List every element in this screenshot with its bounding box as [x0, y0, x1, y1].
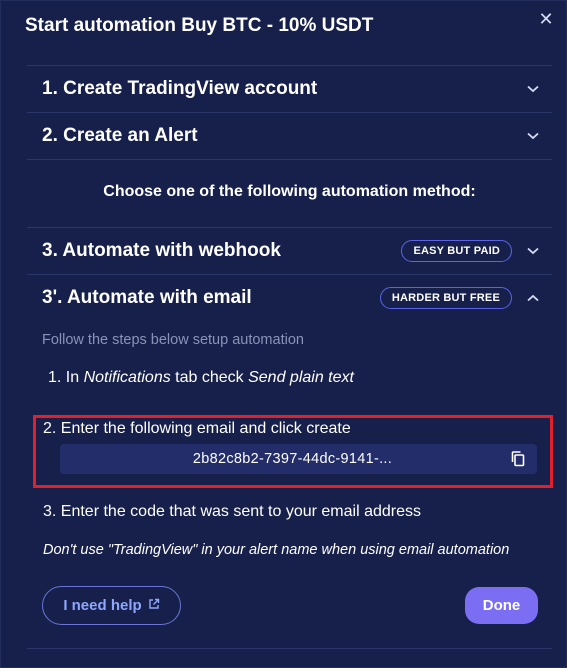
modal-title: Start automation Buy BTC - 10% USDT: [25, 15, 374, 36]
section-create-alert[interactable]: 2. Create an Alert: [27, 113, 552, 159]
section-title: 2. Create an Alert: [42, 125, 198, 146]
step-1-prefix: 1. In: [48, 369, 84, 386]
chevron-up-icon: [522, 287, 544, 309]
chevron-down-icon: [522, 240, 544, 262]
section-create-tradingview[interactable]: 1. Create TradingView account: [27, 66, 552, 112]
external-link-icon: [148, 597, 160, 614]
step-1-middle: tab check: [170, 369, 249, 386]
email-address-field[interactable]: 2b82c8b2-7397-44dc-9141-...: [60, 444, 537, 474]
notifications-tab-name: Notifications: [83, 369, 171, 386]
easy-but-paid-badge: EASY BUT PAID: [401, 240, 512, 262]
chevron-down-icon: [522, 125, 544, 147]
divider: [27, 648, 552, 649]
copy-icon[interactable]: [505, 446, 531, 472]
harder-but-free-badge: HARDER BUT FREE: [379, 287, 512, 309]
section-title: 3'. Automate with email: [42, 287, 252, 308]
email-address-value: 2b82c8b2-7397-44dc-9141-...: [192, 451, 393, 467]
choose-method-heading: Choose one of the following automation m…: [103, 183, 476, 200]
divider: [27, 159, 552, 160]
need-help-label: I need help: [63, 597, 142, 614]
need-help-button[interactable]: I need help: [42, 586, 181, 625]
done-button[interactable]: Done: [465, 587, 538, 624]
close-icon[interactable]: ✕: [536, 9, 556, 29]
warning-text: Don't use "TradingView" in your alert na…: [43, 542, 510, 558]
email-intro-text: Follow the steps below setup automation: [42, 332, 304, 348]
section-title: 3. Automate with webhook: [42, 240, 281, 261]
section-title: 1. Create TradingView account: [42, 78, 318, 99]
section-automate-webhook[interactable]: 3. Automate with webhook EASY BUT PAID: [27, 228, 552, 274]
step-2-text: 2. Enter the following email and click c…: [43, 420, 351, 437]
send-plain-text-option: Send plain text: [248, 369, 354, 386]
section-automate-email[interactable]: 3'. Automate with email HARDER BUT FREE: [27, 275, 552, 321]
step-1-text: 1. In Notifications tab check Send plain…: [48, 369, 354, 387]
chevron-down-icon: [522, 78, 544, 100]
automation-modal: Start automation Buy BTC - 10% USDT ✕ 1.…: [0, 0, 567, 668]
step-3-text: 3. Enter the code that was sent to your …: [43, 503, 421, 520]
